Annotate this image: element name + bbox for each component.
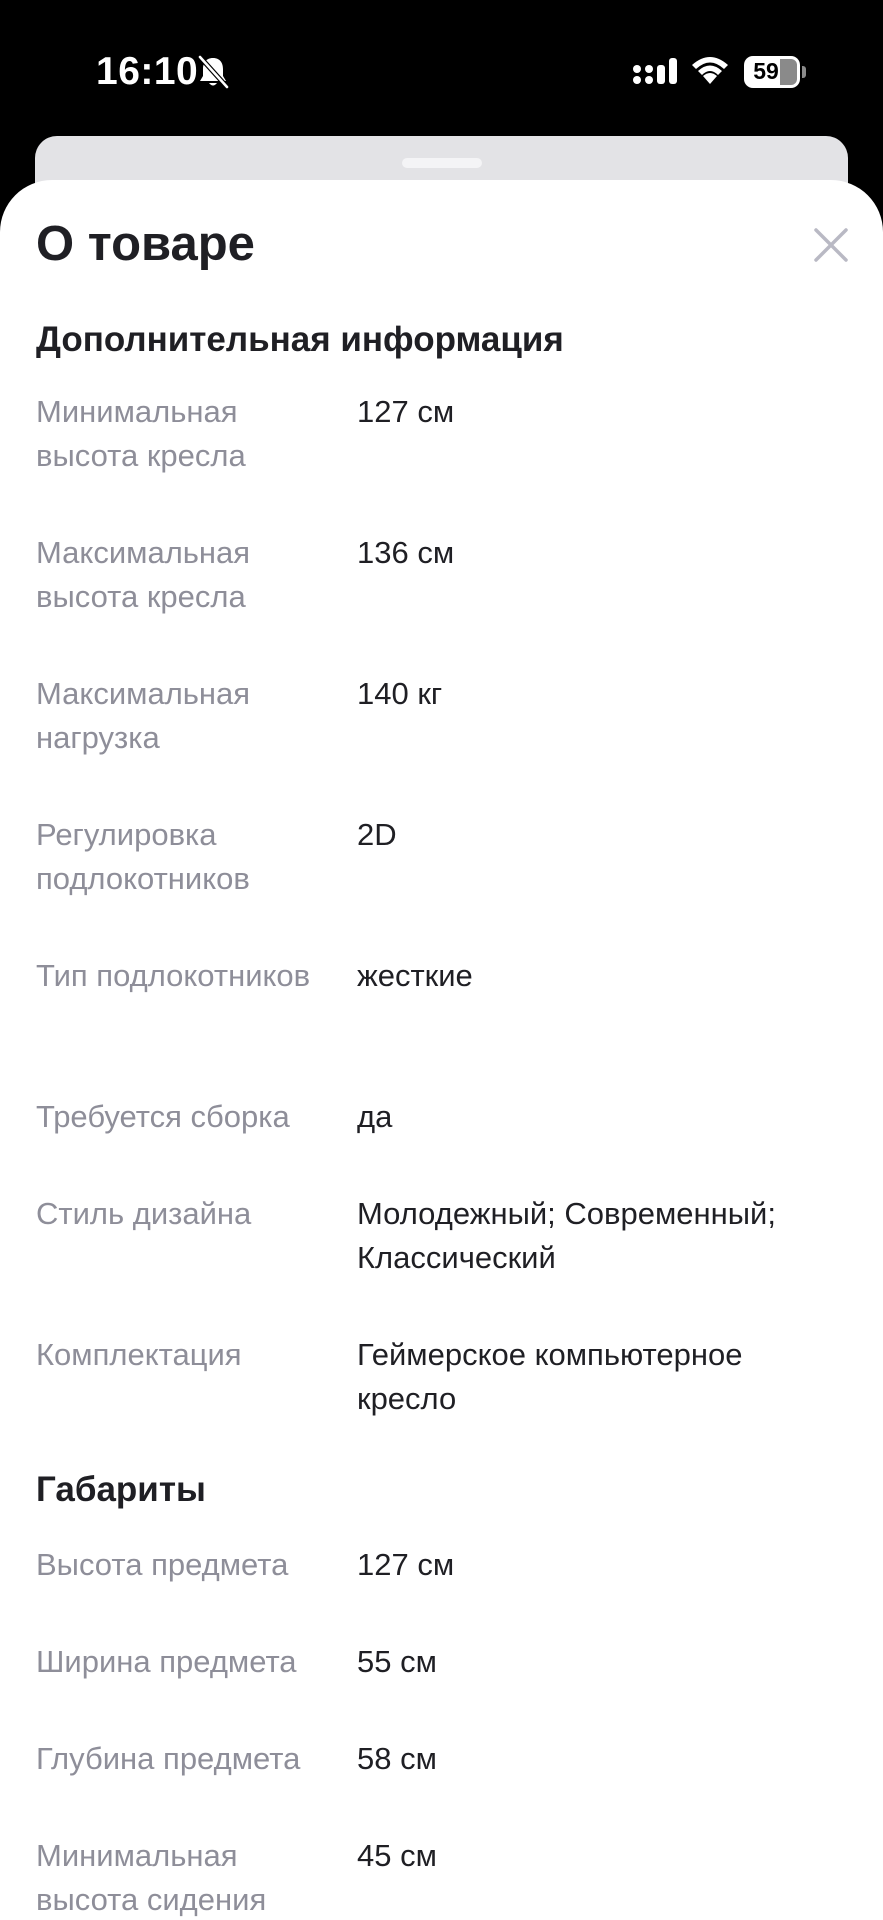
spec-label: Минимальная высота сидения	[36, 1838, 267, 1917]
product-info-sheet: О товаре Дополнительная информация Миним…	[0, 180, 883, 1920]
status-time: 16:10	[96, 50, 199, 93]
sheet-title: О товаре	[36, 217, 255, 271]
section-title-dimensions: Габариты	[36, 1470, 206, 1509]
spec-value: 140 кг	[357, 676, 443, 711]
spec-value: да	[357, 1099, 393, 1134]
spec-value: 58 см	[357, 1741, 437, 1776]
spec-value: 2D	[357, 817, 397, 852]
spec-label: Минимальная высота кресла	[36, 394, 246, 473]
spec-label: Высота предмета	[36, 1547, 289, 1582]
spec-value: 136 см	[357, 535, 455, 570]
status-bar: 16:10 59	[0, 0, 883, 140]
bell-slash-icon	[198, 55, 229, 89]
spec-label: Ширина предмета	[36, 1644, 297, 1679]
close-icon[interactable]	[806, 220, 856, 270]
wifi-icon	[692, 57, 728, 84]
spec-value: 45 см	[357, 1838, 437, 1873]
section-title-additional: Дополнительная информация	[36, 320, 564, 359]
spec-value: Молодежный; Современный; Классический	[357, 1196, 776, 1275]
battery-icon: 59	[744, 56, 806, 88]
spec-value: жесткие	[357, 958, 473, 993]
battery-level: 59	[753, 58, 779, 84]
spec-value: 55 см	[357, 1644, 437, 1679]
spec-label: Максимальная высота кресла	[36, 535, 251, 614]
spec-label: Глубина предмета	[36, 1741, 301, 1776]
spec-value: 127 см	[357, 1547, 455, 1582]
spec-label: Максимальная нагрузка	[36, 676, 251, 755]
sheet-grabber[interactable]	[402, 158, 482, 168]
cellular-signal-icon	[633, 58, 677, 84]
spec-value: Геймерское компьютерное кресло	[357, 1337, 743, 1416]
spec-label: Комплектация	[36, 1337, 242, 1372]
spec-value: 127 см	[357, 394, 455, 429]
spec-label: Стиль дизайна	[36, 1196, 252, 1231]
spec-label: Регулировка подлокотников	[36, 817, 250, 896]
spec-label: Тип подлокотников	[36, 958, 311, 993]
spec-label: Требуется сборка	[36, 1099, 290, 1134]
